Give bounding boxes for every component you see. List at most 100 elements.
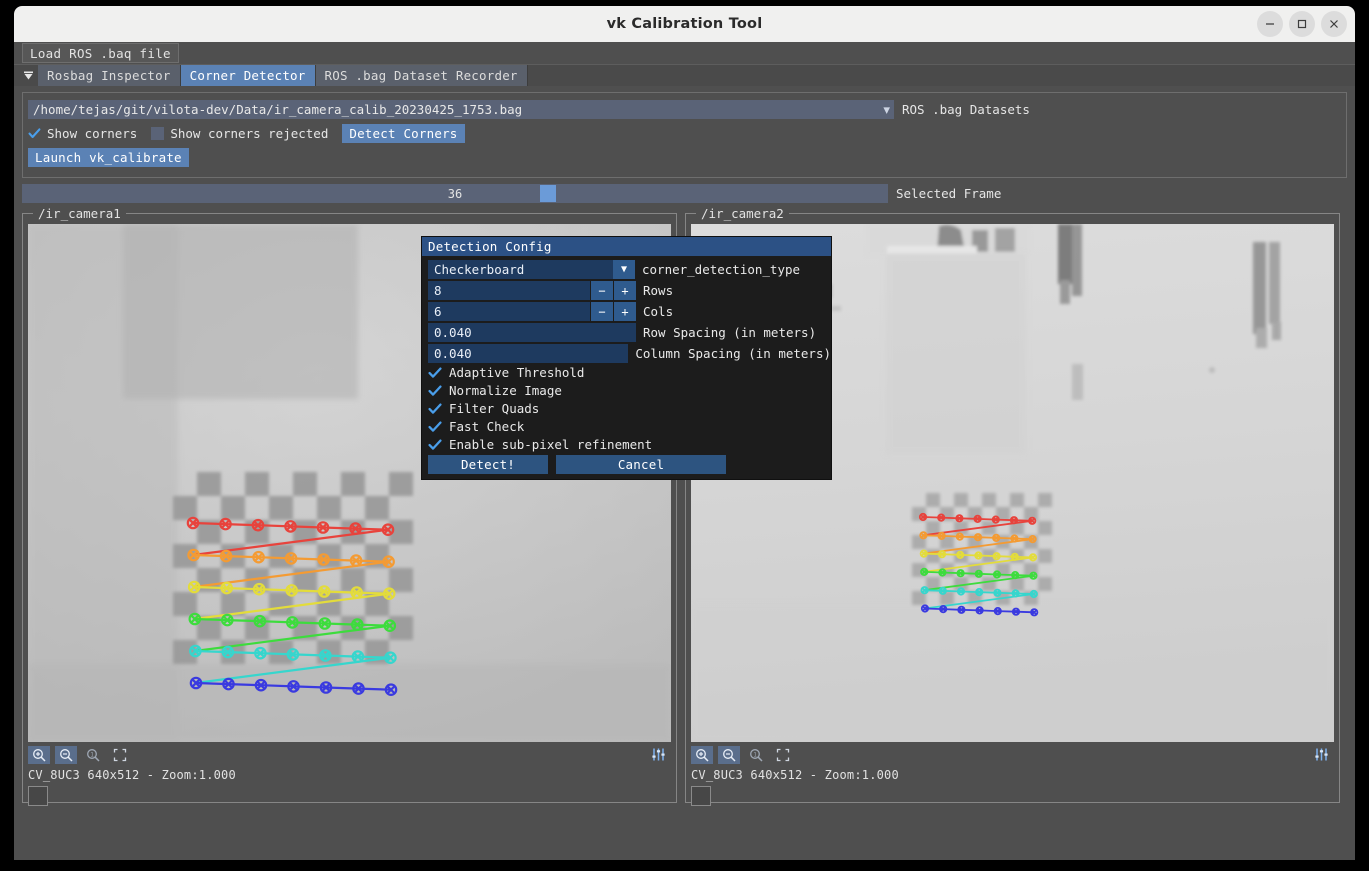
fit-to-window-icon[interactable] bbox=[772, 746, 794, 764]
corner-detection-type-label: corner_detection_type bbox=[642, 262, 801, 277]
tab-overflow-arrow-icon[interactable] bbox=[18, 65, 38, 86]
camera-1-toolbar: 1 bbox=[28, 745, 671, 764]
cancel-button[interactable]: Cancel bbox=[556, 455, 726, 474]
show-corners-rejected-checkbox[interactable]: Show corners rejected bbox=[151, 126, 328, 141]
empty-checkbox-icon bbox=[151, 127, 165, 140]
tab-rosbag-inspector[interactable]: Rosbag Inspector bbox=[38, 65, 181, 86]
checkmark-icon bbox=[428, 420, 442, 434]
dataset-path-value: /home/tejas/git/vilota-dev/Data/ir_camer… bbox=[33, 102, 523, 117]
column-spacing-row: 0.040 Column Spacing (in meters) bbox=[428, 344, 831, 363]
filter-quads-label: Filter Quads bbox=[449, 401, 540, 416]
maximize-button[interactable] bbox=[1289, 11, 1315, 37]
rows-increment-button[interactable]: + bbox=[614, 281, 636, 300]
show-corners-checkbox[interactable]: Show corners bbox=[28, 126, 137, 141]
minimize-button[interactable] bbox=[1257, 11, 1283, 37]
fast-check-label: Fast Check bbox=[449, 419, 525, 434]
checkmark-icon bbox=[28, 127, 41, 140]
zoom-in-icon[interactable] bbox=[28, 745, 50, 764]
rows-input[interactable]: 8 bbox=[428, 281, 590, 300]
normalize-image-checkbox[interactable]: Normalize Image bbox=[428, 383, 831, 398]
selected-frame-slider[interactable]: 36 bbox=[22, 184, 888, 203]
row-spacing-value: 0.040 bbox=[434, 325, 472, 340]
dataset-combo[interactable]: /home/tejas/git/vilota-dev/Data/ir_camer… bbox=[28, 100, 894, 119]
camera-2-color-swatch bbox=[691, 786, 711, 806]
tab-bar: Rosbag Inspector Corner Detector ROS .ba… bbox=[14, 65, 1355, 86]
selected-frame-label: Selected Frame bbox=[896, 186, 1002, 201]
zoom-in-icon[interactable] bbox=[691, 745, 713, 764]
zoom-actual-size-icon[interactable]: 1 bbox=[745, 746, 767, 764]
checkmark-icon bbox=[428, 384, 442, 398]
chevron-down-icon: ▼ bbox=[883, 103, 890, 116]
filter-quads-checkbox[interactable]: Filter Quads bbox=[428, 401, 831, 416]
sliders-icon[interactable] bbox=[647, 746, 669, 764]
menu-item-load-rosbag[interactable]: Load ROS .baq file bbox=[22, 43, 179, 63]
corner-detection-type-combo[interactable]: Checkerboard ▼ bbox=[428, 260, 635, 279]
screen-root: vk Calibration Tool Load ROS .baq file R… bbox=[0, 0, 1369, 871]
checkmark-icon bbox=[428, 366, 442, 380]
dialog-buttons: Detect! Cancel bbox=[428, 455, 831, 474]
fit-to-window-icon[interactable] bbox=[109, 746, 131, 764]
minimize-icon bbox=[1266, 23, 1274, 25]
slider-handle[interactable] bbox=[540, 185, 556, 202]
svg-text:1: 1 bbox=[753, 751, 757, 758]
cols-input[interactable]: 6 bbox=[428, 302, 590, 321]
checkmark-icon bbox=[428, 402, 442, 416]
rows-decrement-button[interactable]: − bbox=[591, 281, 613, 300]
column-spacing-input[interactable]: 0.040 bbox=[428, 344, 629, 363]
window-title: vk Calibration Tool bbox=[606, 16, 763, 32]
rows-value: 8 bbox=[434, 283, 442, 298]
launch-row: Launch vk_calibrate bbox=[28, 148, 1341, 167]
camera-2-status: CV_8UC3 640x512 - Zoom:1.000 bbox=[691, 768, 899, 782]
tab-ros-bag-dataset-recorder[interactable]: ROS .bag Dataset Recorder bbox=[315, 65, 528, 86]
corner-detection-type-row: Checkerboard ▼ corner_detection_type bbox=[428, 260, 831, 279]
fast-check-checkbox[interactable]: Fast Check bbox=[428, 419, 831, 434]
subpixel-refinement-checkbox[interactable]: Enable sub-pixel refinement bbox=[428, 437, 831, 452]
zoom-actual-size-icon[interactable]: 1 bbox=[82, 746, 104, 764]
cols-decrement-button[interactable]: − bbox=[591, 302, 613, 321]
row-spacing-label: Row Spacing (in meters) bbox=[643, 325, 817, 340]
adaptive-threshold-label: Adaptive Threshold bbox=[449, 365, 585, 380]
detect-button[interactable]: Detect! bbox=[428, 455, 548, 474]
cols-increment-button[interactable]: + bbox=[614, 302, 636, 321]
detect-corners-button[interactable]: Detect Corners bbox=[342, 124, 465, 143]
row-spacing-row: 0.040 Row Spacing (in meters) bbox=[428, 323, 831, 342]
normalize-image-label: Normalize Image bbox=[449, 383, 562, 398]
subpixel-refinement-label: Enable sub-pixel refinement bbox=[449, 437, 653, 452]
maximize-icon bbox=[1297, 19, 1307, 29]
column-spacing-label: Column Spacing (in meters) bbox=[635, 346, 831, 361]
zoom-out-icon[interactable] bbox=[718, 745, 740, 764]
corner-options-row: Show corners Show corners rejected Detec… bbox=[28, 124, 1341, 143]
sliders-icon[interactable] bbox=[1310, 746, 1332, 764]
camera-1-color-swatch bbox=[28, 786, 48, 806]
show-corners-label: Show corners bbox=[47, 126, 138, 141]
camera-2-toolbar: 1 bbox=[691, 745, 1334, 764]
close-icon bbox=[1330, 20, 1338, 28]
camera-1-status: CV_8UC3 640x512 - Zoom:1.000 bbox=[28, 768, 236, 782]
checkmark-icon bbox=[428, 438, 442, 452]
close-button[interactable] bbox=[1321, 11, 1347, 37]
cols-row: 6 − + Cols bbox=[428, 302, 831, 321]
camera-1-title: /ir_camera1 bbox=[33, 206, 126, 221]
config-panel: /home/tejas/git/vilota-dev/Data/ir_camer… bbox=[22, 92, 1347, 178]
detection-config-dialog: Detection Config Checkerboard ▼ corner_d… bbox=[422, 237, 831, 479]
column-spacing-value: 0.040 bbox=[434, 346, 472, 361]
cols-value: 6 bbox=[434, 304, 442, 319]
dataset-label: ROS .bag Datasets bbox=[902, 102, 1030, 117]
row-spacing-input[interactable]: 0.040 bbox=[428, 323, 636, 342]
window-controls bbox=[1257, 6, 1347, 42]
cols-label: Cols bbox=[643, 304, 674, 319]
zoom-out-icon[interactable] bbox=[55, 745, 77, 764]
show-corners-rejected-label: Show corners rejected bbox=[170, 126, 329, 141]
rows-label: Rows bbox=[643, 283, 674, 298]
title-bar: vk Calibration Tool bbox=[14, 6, 1355, 42]
adaptive-threshold-checkbox[interactable]: Adaptive Threshold bbox=[428, 365, 831, 380]
svg-text:1: 1 bbox=[90, 751, 94, 758]
menu-bar: Load ROS .baq file bbox=[14, 42, 1355, 65]
dataset-row: /home/tejas/git/vilota-dev/Data/ir_camer… bbox=[28, 100, 1341, 119]
application-window: vk Calibration Tool Load ROS .baq file R… bbox=[14, 6, 1355, 860]
tab-corner-detector[interactable]: Corner Detector bbox=[180, 65, 316, 86]
chevron-down-icon: ▼ bbox=[613, 260, 635, 279]
detection-config-body: Checkerboard ▼ corner_detection_type 8 −… bbox=[422, 256, 831, 479]
launch-vk-calibrate-button[interactable]: Launch vk_calibrate bbox=[28, 148, 189, 167]
selected-frame-value: 36 bbox=[447, 186, 463, 201]
